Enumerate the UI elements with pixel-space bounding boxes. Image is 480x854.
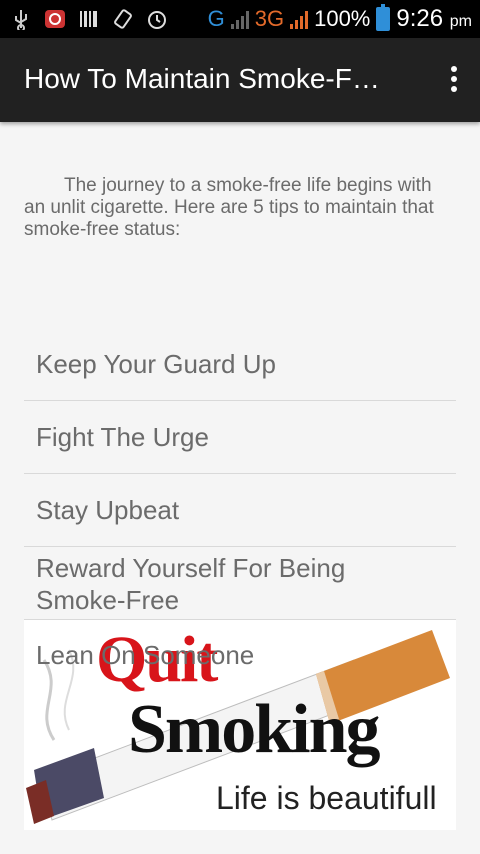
list-item-stay-upbeat[interactable]: Stay Upbeat (24, 474, 456, 547)
list-item-lean-on-someone[interactable]: Lean On Someone (36, 640, 254, 671)
clock-time: 9:26 (396, 5, 444, 32)
screen-rotation-icon (114, 9, 132, 29)
status-bar-left-icons (10, 6, 168, 32)
usb-icon (15, 10, 27, 30)
list-item-label: Reward Yourself For Being Smoke-Free (36, 553, 346, 615)
list-item-label: Stay Upbeat (36, 494, 180, 525)
banner-smoking-text: Smoking (128, 691, 381, 768)
status-bar-right: G 3G 100% 9:26 pm (208, 4, 472, 34)
list-item-keep-your-guard-up[interactable]: Keep Your Guard Up (24, 328, 456, 401)
battery-percent: 100% (314, 6, 371, 31)
list-item-fight-the-urge[interactable]: Fight The Urge (24, 401, 456, 474)
clock: 9:26 pm (396, 5, 472, 33)
list-item-label: Fight The Urge (36, 421, 209, 452)
battery-icon (376, 4, 391, 31)
status-bar: G 3G 100% 9:26 pm (0, 0, 480, 38)
signal-bars-icon (230, 9, 249, 29)
banner-tagline: Life is beautifull (216, 780, 437, 816)
intro-text: The journey to a smoke-free life begins … (24, 175, 434, 240)
signal-bars-3g-icon (290, 9, 309, 29)
notification-app-icon (45, 10, 65, 28)
network-type-g: G (207, 6, 225, 31)
overflow-menu-icon[interactable] (450, 66, 458, 94)
tips-list: Keep Your Guard Up Fight The Urge Stay U… (24, 328, 456, 620)
list-item-reward-yourself[interactable]: Reward Yourself For Being Smoke-Free (24, 547, 456, 620)
list-item-label: Lean On Someone (36, 640, 255, 670)
alarm-icon (148, 11, 166, 29)
app-bar: How To Maintain Smoke-F… (0, 38, 480, 122)
barcode-icon (80, 11, 97, 27)
list-item-label: Keep Your Guard Up (36, 348, 276, 379)
network-type-3g: 3G (254, 6, 285, 31)
clock-ampm: pm (449, 13, 472, 30)
app-bar-title: How To Maintain Smoke-F… (24, 63, 380, 94)
